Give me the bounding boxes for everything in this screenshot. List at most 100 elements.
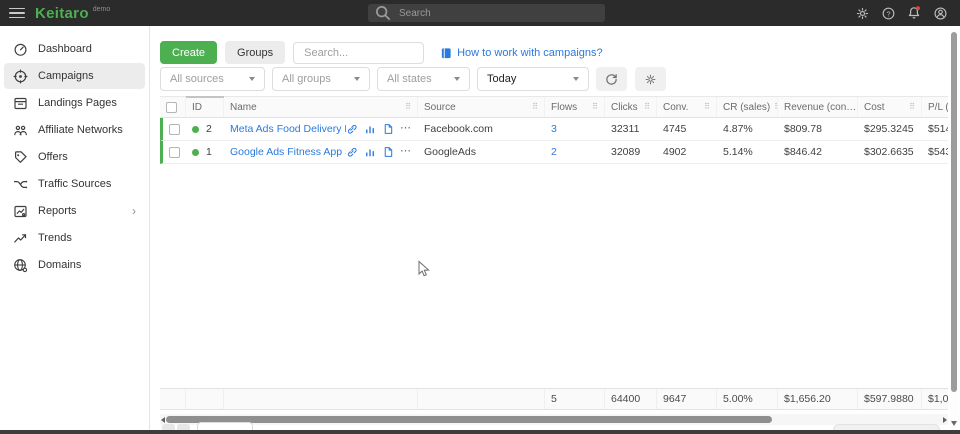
notifications-bell-icon[interactable] [906, 5, 922, 21]
campaigns-search-input[interactable] [302, 46, 415, 60]
menu-toggle-icon[interactable] [9, 8, 25, 19]
source-cell: Facebook.com [418, 118, 545, 140]
total-cost: $597.9880 [858, 389, 922, 409]
column-header-revenue[interactable]: Revenue (con…⠿ [778, 97, 858, 117]
campaigns-toolbar: Create Groups How to work with campaigns… [160, 41, 603, 64]
drag-handle-icon[interactable]: ⠿ [588, 103, 598, 111]
campaign-report-icon[interactable] [382, 123, 394, 135]
sidebar-item-label: Domains [38, 259, 81, 271]
vertical-scrollbar-thumb[interactable] [951, 32, 957, 392]
drag-handle-icon[interactable]: ⠿ [640, 103, 650, 111]
filters-bar: All sources All groups All states Today [160, 67, 666, 91]
row-checkbox[interactable] [169, 124, 180, 135]
sidebar-item-landings-pages[interactable]: Landings Pages [4, 90, 145, 116]
drag-handle-icon[interactable]: ⠿ [401, 103, 411, 111]
campaign-report-icon[interactable] [382, 146, 394, 158]
campaign-id: 2 [206, 123, 212, 135]
sidebar-item-domains[interactable]: Domains [4, 252, 145, 278]
horizontal-scrollbar-thumb[interactable] [166, 416, 772, 423]
horizontal-scrollbar[interactable] [160, 414, 948, 425]
chevron-down-icon [573, 77, 579, 81]
reports-icon [13, 204, 28, 219]
drag-handle-icon[interactable]: ⠿ [905, 103, 915, 111]
sidebar-item-campaigns[interactable]: Campaigns [4, 63, 145, 89]
campaign-link-icon[interactable] [346, 146, 358, 158]
sidebar: Dashboard Campaigns Landings Pages Affil… [0, 26, 150, 434]
campaigns-table: ID Name⠿ Source⠿ Flows⠿ Clicks⠿ Conv.⠿ C… [160, 96, 948, 410]
column-header-name[interactable]: Name⠿ [224, 97, 418, 117]
filter-sources-select[interactable]: All sources [160, 67, 265, 91]
flows-link[interactable]: 2 [551, 146, 557, 158]
table-settings-button[interactable] [635, 67, 666, 91]
campaign-name-link[interactable]: Meta Ads Food Delivery Promo [230, 123, 346, 135]
cost-cell: $295.3245 [858, 118, 922, 140]
sidebar-item-label: Trends [38, 232, 72, 244]
scroll-down-arrow-icon[interactable] [951, 421, 957, 426]
pl-cell: $543 [922, 141, 948, 163]
status-active-dot [192, 126, 199, 133]
total-revenue: $1,656.20 [778, 389, 858, 409]
clicks-cell: 32089 [605, 141, 657, 163]
drag-handle-icon[interactable]: ⠿ [528, 103, 538, 111]
campaign-name-link[interactable]: Google Ads Fitness App Split [230, 146, 346, 158]
sidebar-item-affiliate-networks[interactable]: Affiliate Networks [4, 117, 145, 143]
column-header-clicks[interactable]: Clicks⠿ [605, 97, 657, 117]
vertical-scrollbar[interactable] [950, 27, 959, 430]
help-icon[interactable]: ? [880, 5, 896, 21]
conv-cell: 4745 [657, 118, 717, 140]
chevron-down-icon [454, 77, 460, 81]
sidebar-item-dashboard[interactable]: Dashboard [4, 36, 145, 62]
more-actions-icon[interactable]: ⋯ [400, 126, 412, 132]
drag-handle-icon[interactable]: ⠿ [770, 103, 778, 111]
sidebar-item-offers[interactable]: Offers [4, 144, 145, 170]
column-header-conv[interactable]: Conv.⠿ [657, 97, 717, 117]
more-actions-icon[interactable]: ⋯ [400, 149, 412, 155]
sidebar-item-reports[interactable]: Reports › [4, 198, 145, 224]
scroll-left-arrow-icon[interactable] [161, 417, 165, 423]
campaigns-icon [13, 69, 28, 84]
account-icon[interactable] [932, 5, 948, 21]
column-header-source[interactable]: Source⠿ [418, 97, 545, 117]
pl-cell: $514 [922, 118, 948, 140]
campaign-stats-icon[interactable] [364, 146, 376, 158]
dashboard-icon [13, 42, 28, 57]
bottom-edge-bar [0, 430, 960, 434]
groups-button[interactable]: Groups [225, 41, 285, 64]
settings-gear-icon[interactable] [854, 5, 870, 21]
column-header-pl[interactable]: P/L ( [922, 97, 948, 117]
revenue-cell: $846.42 [778, 141, 858, 163]
refresh-button[interactable] [596, 67, 627, 91]
column-header-cost[interactable]: Cost⠿ [858, 97, 922, 117]
filter-groups-select[interactable]: All groups [272, 67, 370, 91]
flows-link[interactable]: 3 [551, 123, 557, 135]
drag-handle-icon[interactable]: ⠿ [700, 103, 710, 111]
sidebar-item-traffic-sources[interactable]: Traffic Sources [4, 171, 145, 197]
row-checkbox[interactable] [169, 147, 180, 158]
column-header-id[interactable]: ID [186, 97, 224, 117]
campaign-stats-icon[interactable] [364, 123, 376, 135]
revenue-cell: $809.78 [778, 118, 858, 140]
chevron-right-icon: › [132, 205, 136, 217]
global-search[interactable] [368, 4, 605, 22]
column-header-flows[interactable]: Flows⠿ [545, 97, 605, 117]
select-all-checkbox[interactable] [166, 102, 177, 113]
help-campaigns-link[interactable]: How to work with campaigns? [440, 47, 603, 59]
totals-row: 5 64400 9647 5.00% $1,656.20 $597.9880 $… [160, 388, 948, 410]
global-search-input[interactable] [397, 7, 598, 20]
filter-date-select[interactable]: Today [477, 67, 589, 91]
cr-cell: 4.87% [717, 118, 778, 140]
campaign-link-icon[interactable] [346, 123, 358, 135]
table-header: ID Name⠿ Source⠿ Flows⠿ Clicks⠿ Conv.⠿ C… [160, 96, 948, 118]
filter-states-select[interactable]: All states [377, 67, 470, 91]
sidebar-item-label: Traffic Sources [38, 178, 111, 190]
sidebar-item-label: Dashboard [38, 43, 92, 55]
sidebar-item-trends[interactable]: Trends [4, 225, 145, 251]
scroll-right-arrow-icon[interactable] [943, 417, 947, 423]
campaigns-search[interactable] [293, 42, 424, 64]
sidebar-item-label: Reports [38, 205, 77, 217]
column-header-cr-sales[interactable]: CR (sales)⠿ [717, 97, 778, 117]
chevron-down-icon [354, 77, 360, 81]
total-clicks: 64400 [605, 389, 657, 409]
create-button[interactable]: Create [160, 41, 217, 64]
chevron-down-icon [249, 77, 255, 81]
